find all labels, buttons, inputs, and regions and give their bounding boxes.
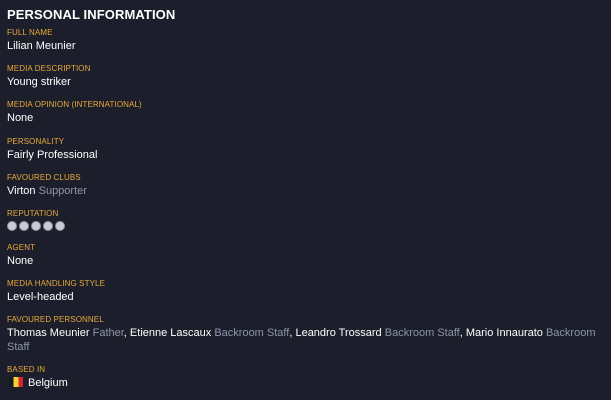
club-role: Supporter bbox=[38, 185, 87, 197]
reputation-star-icon bbox=[19, 221, 29, 231]
based-in-value: Belgium bbox=[7, 376, 607, 390]
media-handling-value: Level-headed bbox=[7, 291, 74, 303]
personality-value: Fairly Professional bbox=[7, 149, 98, 161]
reputation-star-icon bbox=[55, 221, 65, 231]
media-description-value: Young striker bbox=[7, 76, 71, 88]
personnel-role: Backroom Staff bbox=[384, 327, 460, 339]
full-name-value: Lilian Meunier bbox=[7, 40, 76, 52]
personnel-role: Backroom Staff bbox=[214, 327, 290, 339]
agent-value: None bbox=[7, 255, 34, 267]
based-in-label: BASED IN bbox=[7, 365, 46, 374]
media-opinion-label: MEDIA OPINION (INTERNATIONAL) bbox=[7, 100, 142, 109]
agent-label: AGENT bbox=[7, 243, 36, 252]
favoured-clubs-label: FAVOURED CLUBS bbox=[7, 173, 81, 182]
favoured-personnel-label: FAVOURED PERSONNEL bbox=[7, 315, 104, 324]
reputation-field: REPUTATION bbox=[7, 209, 607, 231]
media-description-field: MEDIA DESCRIPTION Young striker bbox=[7, 64, 607, 89]
favoured-clubs-field: FAVOURED CLUBS Virton Supporter bbox=[7, 173, 607, 198]
reputation-star-icon bbox=[31, 221, 41, 231]
media-opinion-value: None bbox=[7, 112, 34, 124]
reputation-stars bbox=[7, 221, 607, 231]
personnel-role: Father bbox=[92, 327, 124, 339]
based-in-field: BASED IN Belgium bbox=[7, 365, 607, 390]
belgium-flag-icon bbox=[9, 377, 23, 387]
media-description-label: MEDIA DESCRIPTION bbox=[7, 64, 91, 73]
personnel-name-link[interactable]: Etienne Lascaux bbox=[130, 327, 211, 339]
personality-field: PERSONALITY Fairly Professional bbox=[7, 137, 607, 162]
personal-information-panel: PERSONAL INFORMATION FULL NAME Lilian Me… bbox=[0, 0, 611, 400]
favoured-personnel-field: FAVOURED PERSONNEL Thomas Meunier Father… bbox=[7, 315, 607, 354]
personality-label: PERSONALITY bbox=[7, 137, 65, 146]
personnel-item: Etienne Lascaux Backroom Staff, bbox=[130, 327, 296, 339]
personnel-name-link[interactable]: Leandro Trossard bbox=[295, 327, 381, 339]
full-name-label: FULL NAME bbox=[7, 28, 53, 37]
media-handling-label: MEDIA HANDLING STYLE bbox=[7, 279, 106, 288]
personnel-item: Thomas Meunier Father, bbox=[7, 327, 130, 339]
favoured-personnel-list: Thomas Meunier Father, Etienne Lascaux B… bbox=[7, 326, 607, 354]
personnel-name-link[interactable]: Thomas Meunier bbox=[7, 327, 90, 339]
reputation-star-icon bbox=[43, 221, 53, 231]
based-in-nation-link[interactable]: Belgium bbox=[28, 377, 68, 389]
section-title: PERSONAL INFORMATION bbox=[7, 7, 176, 22]
full-name-field: FULL NAME Lilian Meunier bbox=[7, 28, 607, 53]
reputation-star-icon bbox=[7, 221, 17, 231]
reputation-label: REPUTATION bbox=[7, 209, 59, 218]
agent-field: AGENT None bbox=[7, 243, 607, 268]
personnel-name-link[interactable]: Mario Innaurato bbox=[466, 327, 543, 339]
favoured-clubs-value: Virton Supporter bbox=[7, 184, 607, 198]
club-name-link[interactable]: Virton bbox=[7, 185, 36, 197]
media-handling-field: MEDIA HANDLING STYLE Level-headed bbox=[7, 279, 607, 304]
media-opinion-field: MEDIA OPINION (INTERNATIONAL) None bbox=[7, 100, 607, 125]
personnel-item: Leandro Trossard Backroom Staff, bbox=[295, 327, 465, 339]
